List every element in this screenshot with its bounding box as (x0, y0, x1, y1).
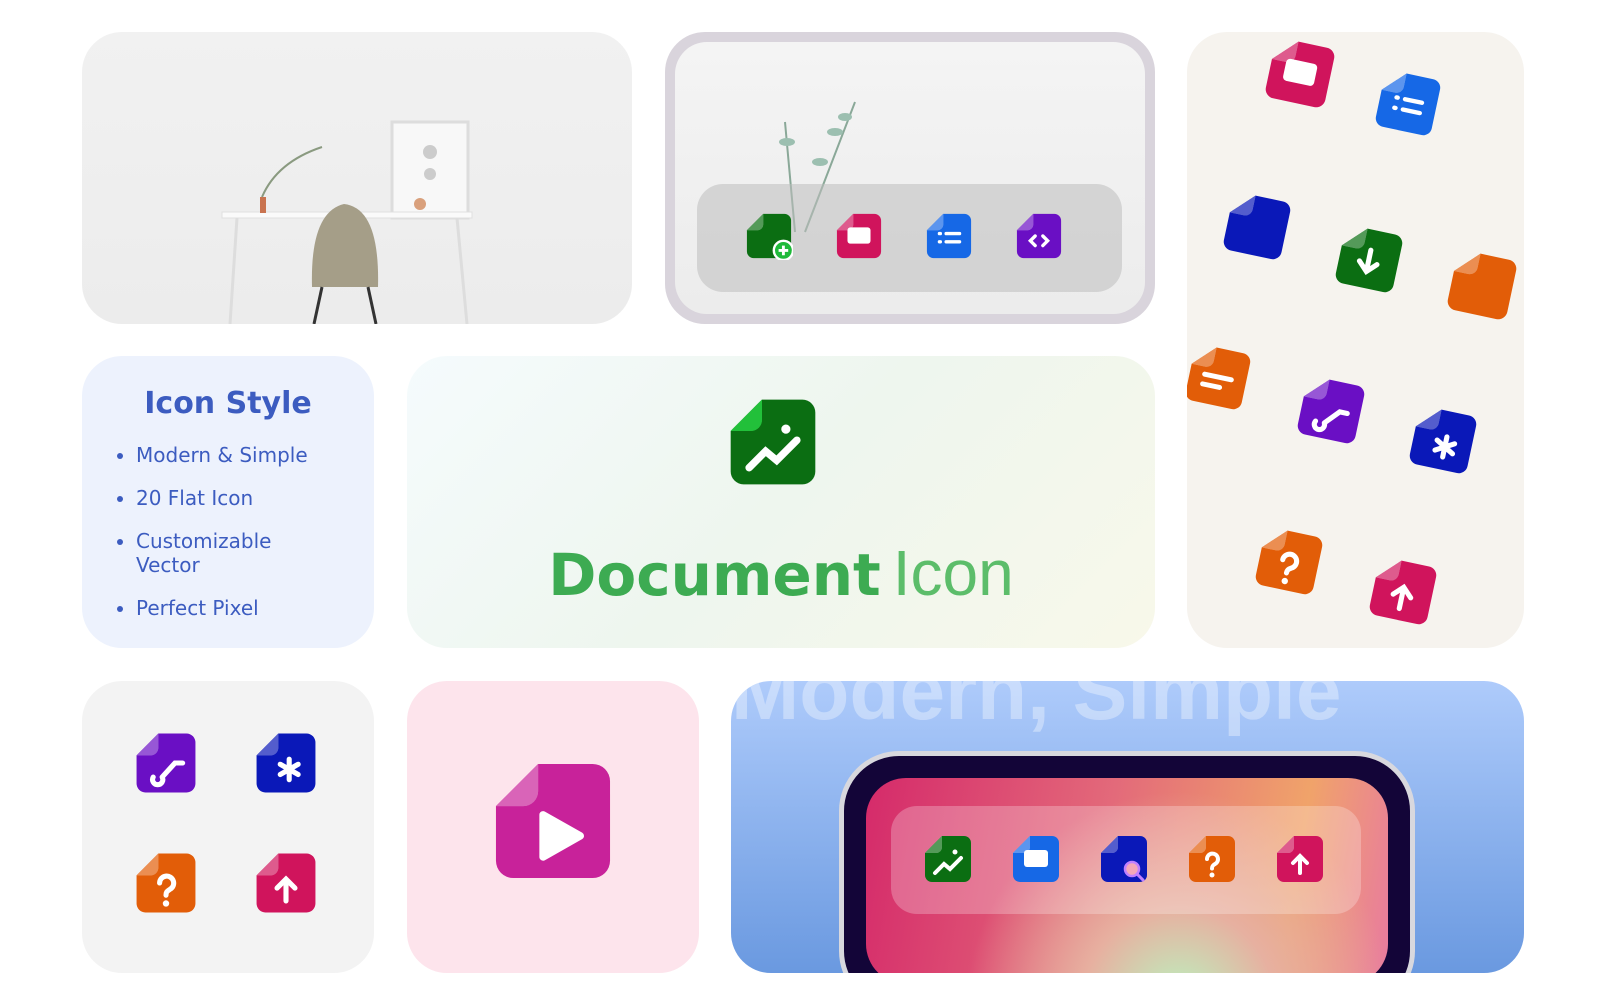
document-upload-icon (254, 851, 318, 915)
document-video-icon (491, 759, 615, 883)
document-window-icon (1261, 34, 1339, 112)
dock-mockup-card (665, 32, 1155, 324)
notepad-icon (1187, 340, 1255, 414)
style-item: Perfect Pixel (136, 596, 338, 620)
document-search-icon (1099, 834, 1149, 884)
document-chart-icon (923, 834, 973, 884)
phone-mockup (839, 751, 1415, 973)
hero-title-light: Icon (892, 537, 1014, 609)
style-item: Customizable Vector (136, 529, 338, 577)
document-window-icon (835, 212, 883, 260)
document-question-icon (1187, 834, 1237, 884)
window-icon (1011, 834, 1061, 884)
phone-banner-card: Modern, Simple (731, 681, 1524, 973)
icon-style-card: Icon Style Modern & Simple 20 Flat Icon … (82, 356, 374, 648)
clipboard-list-icon (925, 212, 973, 260)
feature-icon-card (407, 681, 699, 973)
icon-tray (697, 184, 1122, 292)
document-music-icon (1293, 372, 1369, 448)
icon-pattern-card (1187, 32, 1524, 648)
document-upload-icon (1275, 834, 1325, 884)
document-code-icon (1015, 212, 1063, 260)
document-chart-icon (727, 396, 819, 488)
watermark-text: Modern, Simple (731, 681, 1342, 737)
phone-dock (891, 806, 1361, 914)
hero-card: Document Icon (407, 356, 1155, 648)
style-item: Modern & Simple (136, 443, 338, 467)
folder-icon (1443, 246, 1521, 324)
document-upload-icon (1365, 553, 1441, 629)
clipboard-list-icon (1371, 66, 1445, 140)
style-item: 20 Flat Icon (136, 486, 338, 510)
document-asterisk-icon (1405, 402, 1481, 478)
hero-title-bold: Document (548, 541, 881, 609)
document-question-icon (134, 851, 198, 915)
document-add-icon (745, 212, 795, 262)
document-question-icon (1251, 523, 1327, 599)
desk-photo-card (82, 32, 632, 324)
icon-grid-card (82, 681, 374, 973)
desk-chair-photo (221, 120, 473, 324)
document-music-icon (134, 731, 198, 795)
document-download-icon (1331, 221, 1407, 297)
document-asterisk-icon (254, 731, 318, 795)
document-blank-icon (1219, 188, 1295, 264)
hero-title: Document Icon (407, 536, 1155, 610)
style-title: Icon Style (144, 386, 312, 421)
